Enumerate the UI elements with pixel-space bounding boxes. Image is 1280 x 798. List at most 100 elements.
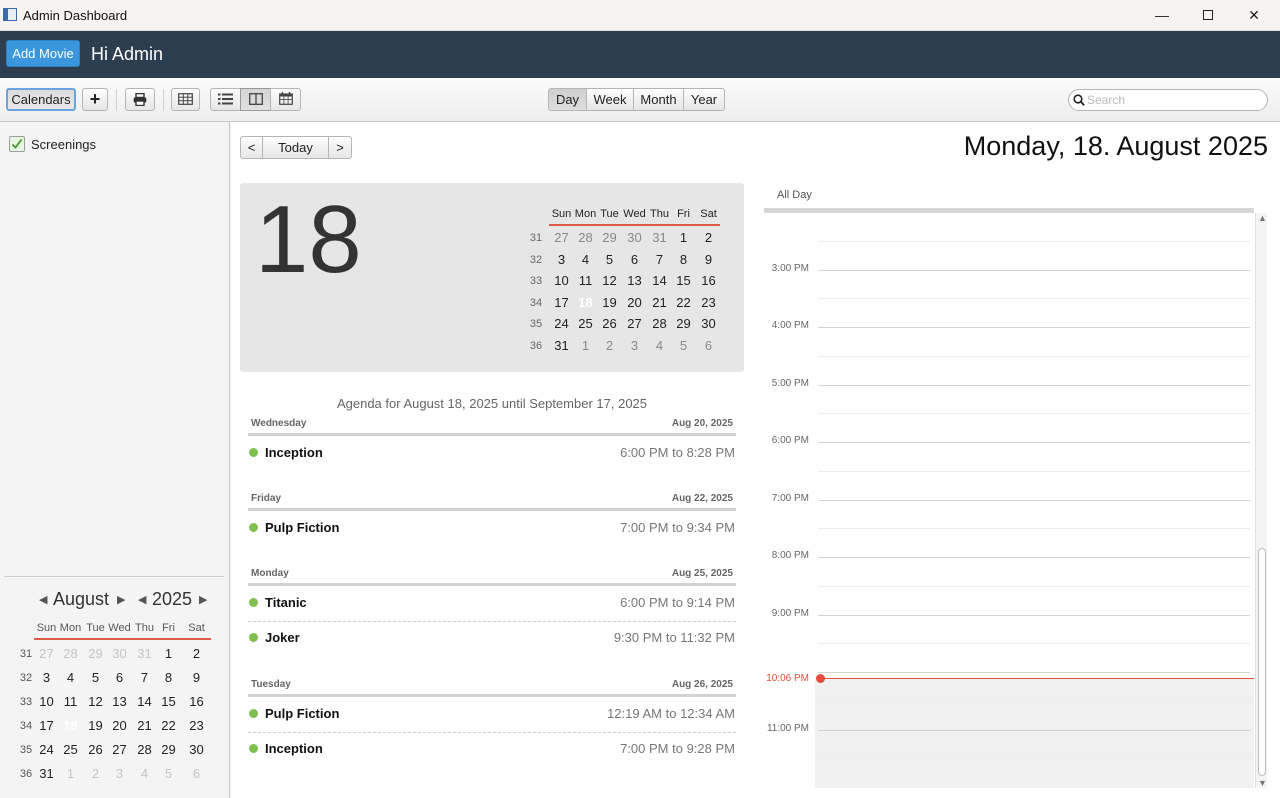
- next-year-button[interactable]: ▶: [199, 593, 207, 606]
- month-day-cell[interactable]: 20: [622, 291, 647, 315]
- mini-day-cell[interactable]: 26: [83, 738, 108, 762]
- mini-day-cell[interactable]: 31: [34, 762, 59, 786]
- print-button[interactable]: [125, 88, 155, 111]
- mini-day-cell[interactable]: 9: [184, 666, 209, 690]
- month-day-cell[interactable]: 26: [597, 312, 622, 336]
- mini-day-cell[interactable]: 6: [184, 762, 209, 786]
- month-day-cell[interactable]: 28: [573, 226, 598, 250]
- month-day-cell[interactable]: 17: [549, 291, 574, 315]
- split-view-button[interactable]: [240, 88, 271, 111]
- mini-day-cell[interactable]: 19: [83, 714, 108, 738]
- mini-day-cell[interactable]: 1: [58, 762, 83, 786]
- mini-day-cell[interactable]: 29: [83, 642, 108, 666]
- mini-day-cell[interactable]: 7: [132, 666, 157, 690]
- mini-day-cell[interactable]: 17: [34, 714, 59, 738]
- tab-month[interactable]: Month: [633, 88, 684, 111]
- tab-week[interactable]: Week: [586, 88, 634, 111]
- month-day-cell[interactable]: 30: [622, 226, 647, 250]
- scroll-down-icon[interactable]: ▼: [1258, 778, 1267, 788]
- mini-day-cell[interactable]: 3: [107, 762, 132, 786]
- month-day-cell[interactable]: 6: [696, 334, 721, 358]
- mini-day-cell[interactable]: 8: [156, 666, 181, 690]
- month-day-cell[interactable]: 29: [597, 226, 622, 250]
- mini-day-cell[interactable]: 2: [83, 762, 108, 786]
- mini-day-cell[interactable]: 18: [58, 714, 83, 738]
- month-day-cell[interactable]: 27: [622, 312, 647, 336]
- month-day-cell[interactable]: 21: [647, 291, 672, 315]
- scroll-up-icon[interactable]: ▲: [1258, 213, 1267, 223]
- scroll-thumb[interactable]: [1258, 548, 1266, 776]
- next-month-button[interactable]: ▶: [117, 593, 125, 606]
- mini-day-cell[interactable]: 1: [156, 642, 181, 666]
- mini-day-cell[interactable]: 25: [58, 738, 83, 762]
- month-day-cell[interactable]: 5: [597, 248, 622, 272]
- month-day-cell[interactable]: 8: [671, 248, 696, 272]
- mini-day-cell[interactable]: 12: [83, 690, 108, 714]
- agenda-entry[interactable]: Inception 6:00 PM to 8:28 PM: [248, 442, 736, 464]
- month-day-cell[interactable]: 6: [622, 248, 647, 272]
- add-movie-button[interactable]: Add Movie: [6, 40, 80, 67]
- day-view-scrollbar[interactable]: ▲ ▼: [1255, 213, 1267, 788]
- mini-day-cell[interactable]: 15: [156, 690, 181, 714]
- minimize-button[interactable]: —: [1139, 0, 1185, 31]
- tab-day[interactable]: Day: [548, 88, 587, 111]
- mini-day-cell[interactable]: 16: [184, 690, 209, 714]
- mini-day-cell[interactable]: 31: [132, 642, 157, 666]
- mini-day-cell[interactable]: 30: [107, 642, 132, 666]
- tab-year[interactable]: Year: [683, 88, 725, 111]
- mini-day-cell[interactable]: 28: [58, 642, 83, 666]
- previous-month-button[interactable]: ◀: [39, 593, 47, 606]
- mini-day-cell[interactable]: 5: [156, 762, 181, 786]
- mini-day-cell[interactable]: 4: [132, 762, 157, 786]
- month-day-cell[interactable]: 4: [647, 334, 672, 358]
- month-day-cell[interactable]: 30: [696, 312, 721, 336]
- mini-day-cell[interactable]: 24: [34, 738, 59, 762]
- mini-day-cell[interactable]: 20: [107, 714, 132, 738]
- month-day-cell[interactable]: 1: [573, 334, 598, 358]
- next-day-button[interactable]: >: [328, 136, 352, 159]
- table-view-button[interactable]: [171, 88, 200, 111]
- month-day-cell[interactable]: 3: [622, 334, 647, 358]
- mini-day-cell[interactable]: 23: [184, 714, 209, 738]
- month-day-cell[interactable]: 25: [573, 312, 598, 336]
- month-day-cell[interactable]: 10: [549, 269, 574, 293]
- mini-day-cell[interactable]: 30: [184, 738, 209, 762]
- month-day-cell[interactable]: 16: [696, 269, 721, 293]
- close-button[interactable]: ✕: [1231, 0, 1277, 31]
- month-day-cell[interactable]: 28: [647, 312, 672, 336]
- month-day-cell[interactable]: 29: [671, 312, 696, 336]
- month-day-cell[interactable]: 31: [549, 334, 574, 358]
- mini-day-cell[interactable]: 28: [132, 738, 157, 762]
- agenda-entry[interactable]: Inception 7:00 PM to 9:28 PM: [248, 738, 736, 760]
- month-day-cell[interactable]: 3: [549, 248, 574, 272]
- month-day-cell[interactable]: 23: [696, 291, 721, 315]
- maximize-button[interactable]: [1185, 0, 1231, 31]
- month-day-cell[interactable]: 13: [622, 269, 647, 293]
- month-day-cell[interactable]: 2: [696, 226, 721, 250]
- month-day-cell[interactable]: 9: [696, 248, 721, 272]
- mini-day-cell[interactable]: 27: [107, 738, 132, 762]
- month-day-cell[interactable]: 12: [597, 269, 622, 293]
- mini-day-cell[interactable]: 5: [83, 666, 108, 690]
- mini-day-cell[interactable]: 11: [58, 690, 83, 714]
- month-day-cell[interactable]: 14: [647, 269, 672, 293]
- month-day-cell[interactable]: 2: [597, 334, 622, 358]
- agenda-entry[interactable]: Pulp Fiction 7:00 PM to 9:34 PM: [248, 517, 736, 539]
- month-day-cell[interactable]: 5: [671, 334, 696, 358]
- mini-day-cell[interactable]: 21: [132, 714, 157, 738]
- month-day-cell[interactable]: 4: [573, 248, 598, 272]
- today-button[interactable]: Today: [262, 136, 329, 159]
- month-day-cell[interactable]: 7: [647, 248, 672, 272]
- month-day-cell[interactable]: 19: [597, 291, 622, 315]
- mini-day-cell[interactable]: 29: [156, 738, 181, 762]
- mini-day-cell[interactable]: 10: [34, 690, 59, 714]
- month-day-cell[interactable]: 27: [549, 226, 574, 250]
- previous-year-button[interactable]: ◀: [138, 593, 146, 606]
- mini-day-cell[interactable]: 3: [34, 666, 59, 690]
- agenda-entry[interactable]: Pulp Fiction 12:19 AM to 12:34 AM: [248, 703, 736, 725]
- mini-day-cell[interactable]: 22: [156, 714, 181, 738]
- previous-day-button[interactable]: <: [240, 136, 263, 159]
- mini-day-cell[interactable]: 13: [107, 690, 132, 714]
- agenda-entry[interactable]: Joker 9:30 PM to 11:32 PM: [248, 627, 736, 649]
- agenda-entry[interactable]: Titanic 6:00 PM to 9:14 PM: [248, 592, 736, 614]
